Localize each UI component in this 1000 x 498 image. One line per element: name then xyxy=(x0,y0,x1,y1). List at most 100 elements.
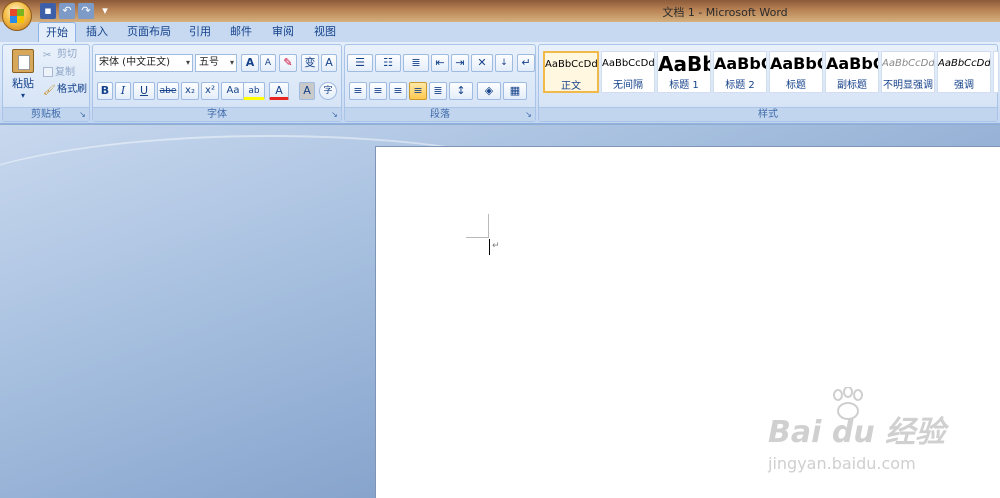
justify-icon: ≡ xyxy=(413,84,423,97)
copy-button[interactable]: 复制 xyxy=(43,65,75,81)
gallery-scroll[interactable] xyxy=(993,51,999,93)
format-painter-label: 格式刷 xyxy=(57,84,87,95)
margin-marker-vertical xyxy=(488,214,489,237)
char-border-button[interactable]: A xyxy=(321,54,337,72)
grow-font-button[interactable]: A xyxy=(241,54,259,72)
group-label-clipboard: 剪贴板 xyxy=(3,107,89,121)
subscript-label: x₂ xyxy=(185,85,195,96)
office-logo-icon xyxy=(10,9,24,23)
strikethrough-button[interactable]: abe xyxy=(157,82,179,100)
style-name: 不明显强调 xyxy=(883,80,933,91)
underline-button[interactable]: U xyxy=(133,82,155,100)
style-no-spacing[interactable]: AaBbCcDd 无间隔 xyxy=(601,51,655,93)
style-subtle-emphasis[interactable]: AaBbCcDd 不明显强调 xyxy=(881,51,935,93)
shrink-font-button[interactable]: A xyxy=(260,54,276,72)
superscript-button[interactable]: x² xyxy=(201,82,219,100)
style-subtitle[interactable]: AaBbC 副标题 xyxy=(825,51,879,93)
style-sample: AaBbC xyxy=(770,54,823,73)
bullet-list-icon: ☰ xyxy=(355,56,365,69)
redo-icon[interactable]: ↷ xyxy=(78,3,94,19)
group-font: 宋体 (中文正文) ▾ 五号 ▾ A A ✎ 变 A B I U abe x₂ x²… xyxy=(92,44,342,122)
style-name: 正文 xyxy=(561,81,581,92)
group-paragraph: ☰ ☷ ≣ ⇤ ⇥ ✕ ↓ ↵ ≡ ≡ ≡ ≡ ≣ ↕ ◈ ▦ 段落 ↘ xyxy=(344,44,536,122)
baidu-watermark: Bai du 经验 jingyan.baidu.com xyxy=(768,382,978,482)
group-label-styles: 样式 xyxy=(539,107,997,121)
scissors-icon: ✂ xyxy=(43,50,52,61)
quick-access-toolbar: ▪ ↶ ↷ ▾ xyxy=(34,2,113,20)
align-center-button[interactable]: ≡ xyxy=(369,82,387,100)
enclose-char-button[interactable]: 字 xyxy=(319,82,337,100)
line-spacing-button[interactable]: ↕ xyxy=(449,82,473,100)
shading-button[interactable]: ◈ xyxy=(477,82,501,100)
distributed-button[interactable]: ≣ xyxy=(429,82,447,100)
save-icon[interactable]: ▪ xyxy=(40,3,56,19)
numbering-button[interactable]: ☷ xyxy=(375,54,401,72)
tab-references[interactable]: 引用 xyxy=(184,22,216,42)
style-emphasis[interactable]: AaBbCcDd 强调 xyxy=(937,51,991,93)
watermark-brand: Bai du 经验 xyxy=(768,415,946,450)
chevron-down-icon: ▾ xyxy=(185,58,190,67)
style-name: 标题 1 xyxy=(669,80,699,91)
bullets-button[interactable]: ☰ xyxy=(347,54,373,72)
dialog-launcher-icon[interactable]: ↘ xyxy=(78,110,87,119)
style-name: 标题 xyxy=(786,80,806,91)
style-name: 无间隔 xyxy=(613,80,643,91)
style-heading-1[interactable]: AaBb 标题 1 xyxy=(657,51,711,93)
align-right-button[interactable]: ≡ xyxy=(389,82,407,100)
office-button[interactable] xyxy=(2,1,32,31)
bold-button[interactable]: B xyxy=(97,82,113,100)
change-case-label: Aa xyxy=(226,85,240,96)
increase-indent-button[interactable]: ⇥ xyxy=(451,54,469,72)
ribbon-tabs: 开始 插入 页面布局 引用 邮件 审阅 视图 xyxy=(0,22,1000,42)
font-color-label: A xyxy=(275,84,283,97)
style-normal[interactable]: AaBbCcDd 正文 xyxy=(543,51,599,93)
font-color-button[interactable]: A xyxy=(269,82,289,100)
paragraph-mark: ↵ xyxy=(492,241,500,251)
dialog-launcher-icon[interactable]: ↘ xyxy=(330,110,339,119)
paste-label: 粘贴 xyxy=(12,77,34,90)
outdent-icon: ⇤ xyxy=(435,56,445,69)
align-left-button[interactable]: ≡ xyxy=(349,82,367,100)
cut-button[interactable]: ✂ 剪切 xyxy=(43,47,77,63)
tab-page-layout[interactable]: 页面布局 xyxy=(122,22,176,42)
chinese-layout-button[interactable]: ✕ xyxy=(471,54,493,72)
clipboard-icon xyxy=(12,49,34,73)
justify-button[interactable]: ≡ xyxy=(409,82,427,100)
change-case-button[interactable]: Aa xyxy=(221,82,245,100)
font-size-select[interactable]: 五号 ▾ xyxy=(195,54,237,72)
font-name-select[interactable]: 宋体 (中文正文) ▾ xyxy=(95,54,193,72)
window-title: 文档 1 - Microsoft Word xyxy=(662,6,788,19)
style-sample: AaBbCcDd xyxy=(545,59,598,70)
bold-label: B xyxy=(100,84,110,97)
sort-button[interactable]: ↓ xyxy=(495,54,513,72)
highlight-button[interactable]: ab xyxy=(243,82,265,100)
tab-review[interactable]: 审阅 xyxy=(266,22,300,42)
multilevel-list-icon: ≣ xyxy=(411,56,421,69)
decrease-indent-button[interactable]: ⇤ xyxy=(431,54,449,72)
subscript-button[interactable]: x₂ xyxy=(181,82,199,100)
customize-qat-icon[interactable]: ▾ xyxy=(97,3,113,19)
phonetic-guide-button[interactable]: 变 xyxy=(301,54,319,72)
style-title[interactable]: AaBbC 标题 xyxy=(769,51,823,93)
italic-button[interactable]: I xyxy=(115,82,131,100)
tab-mailings[interactable]: 邮件 xyxy=(224,22,258,42)
enclose-char-label: 字 xyxy=(323,86,333,96)
font-size-value: 五号 xyxy=(199,57,219,68)
undo-icon[interactable]: ↶ xyxy=(59,3,75,19)
char-shading-label: A xyxy=(303,84,311,97)
group-label-font: 字体 xyxy=(93,107,341,121)
show-marks-button[interactable]: ↵ xyxy=(517,54,535,72)
tab-view[interactable]: 视图 xyxy=(308,22,342,42)
borders-button[interactable]: ▦ xyxy=(503,82,527,100)
copy-label: 复制 xyxy=(55,67,75,78)
format-painter-button[interactable]: 🖌格式刷 xyxy=(43,82,87,98)
style-heading-2[interactable]: AaBbC 标题 2 xyxy=(713,51,767,93)
dialog-launcher-icon[interactable]: ↘ xyxy=(524,110,533,119)
paste-button[interactable]: 粘贴 ▾ xyxy=(7,47,39,105)
char-shading-button[interactable]: A xyxy=(299,82,315,100)
group-clipboard: 粘贴 ▾ ✂ 剪切 复制 🖌格式刷 剪贴板 ↘ xyxy=(2,44,90,122)
multilevel-list-button[interactable]: ≣ xyxy=(403,54,429,72)
clear-format-icon[interactable]: ✎ xyxy=(279,54,297,72)
tab-insert[interactable]: 插入 xyxy=(80,22,114,42)
tab-home[interactable]: 开始 xyxy=(38,22,76,42)
